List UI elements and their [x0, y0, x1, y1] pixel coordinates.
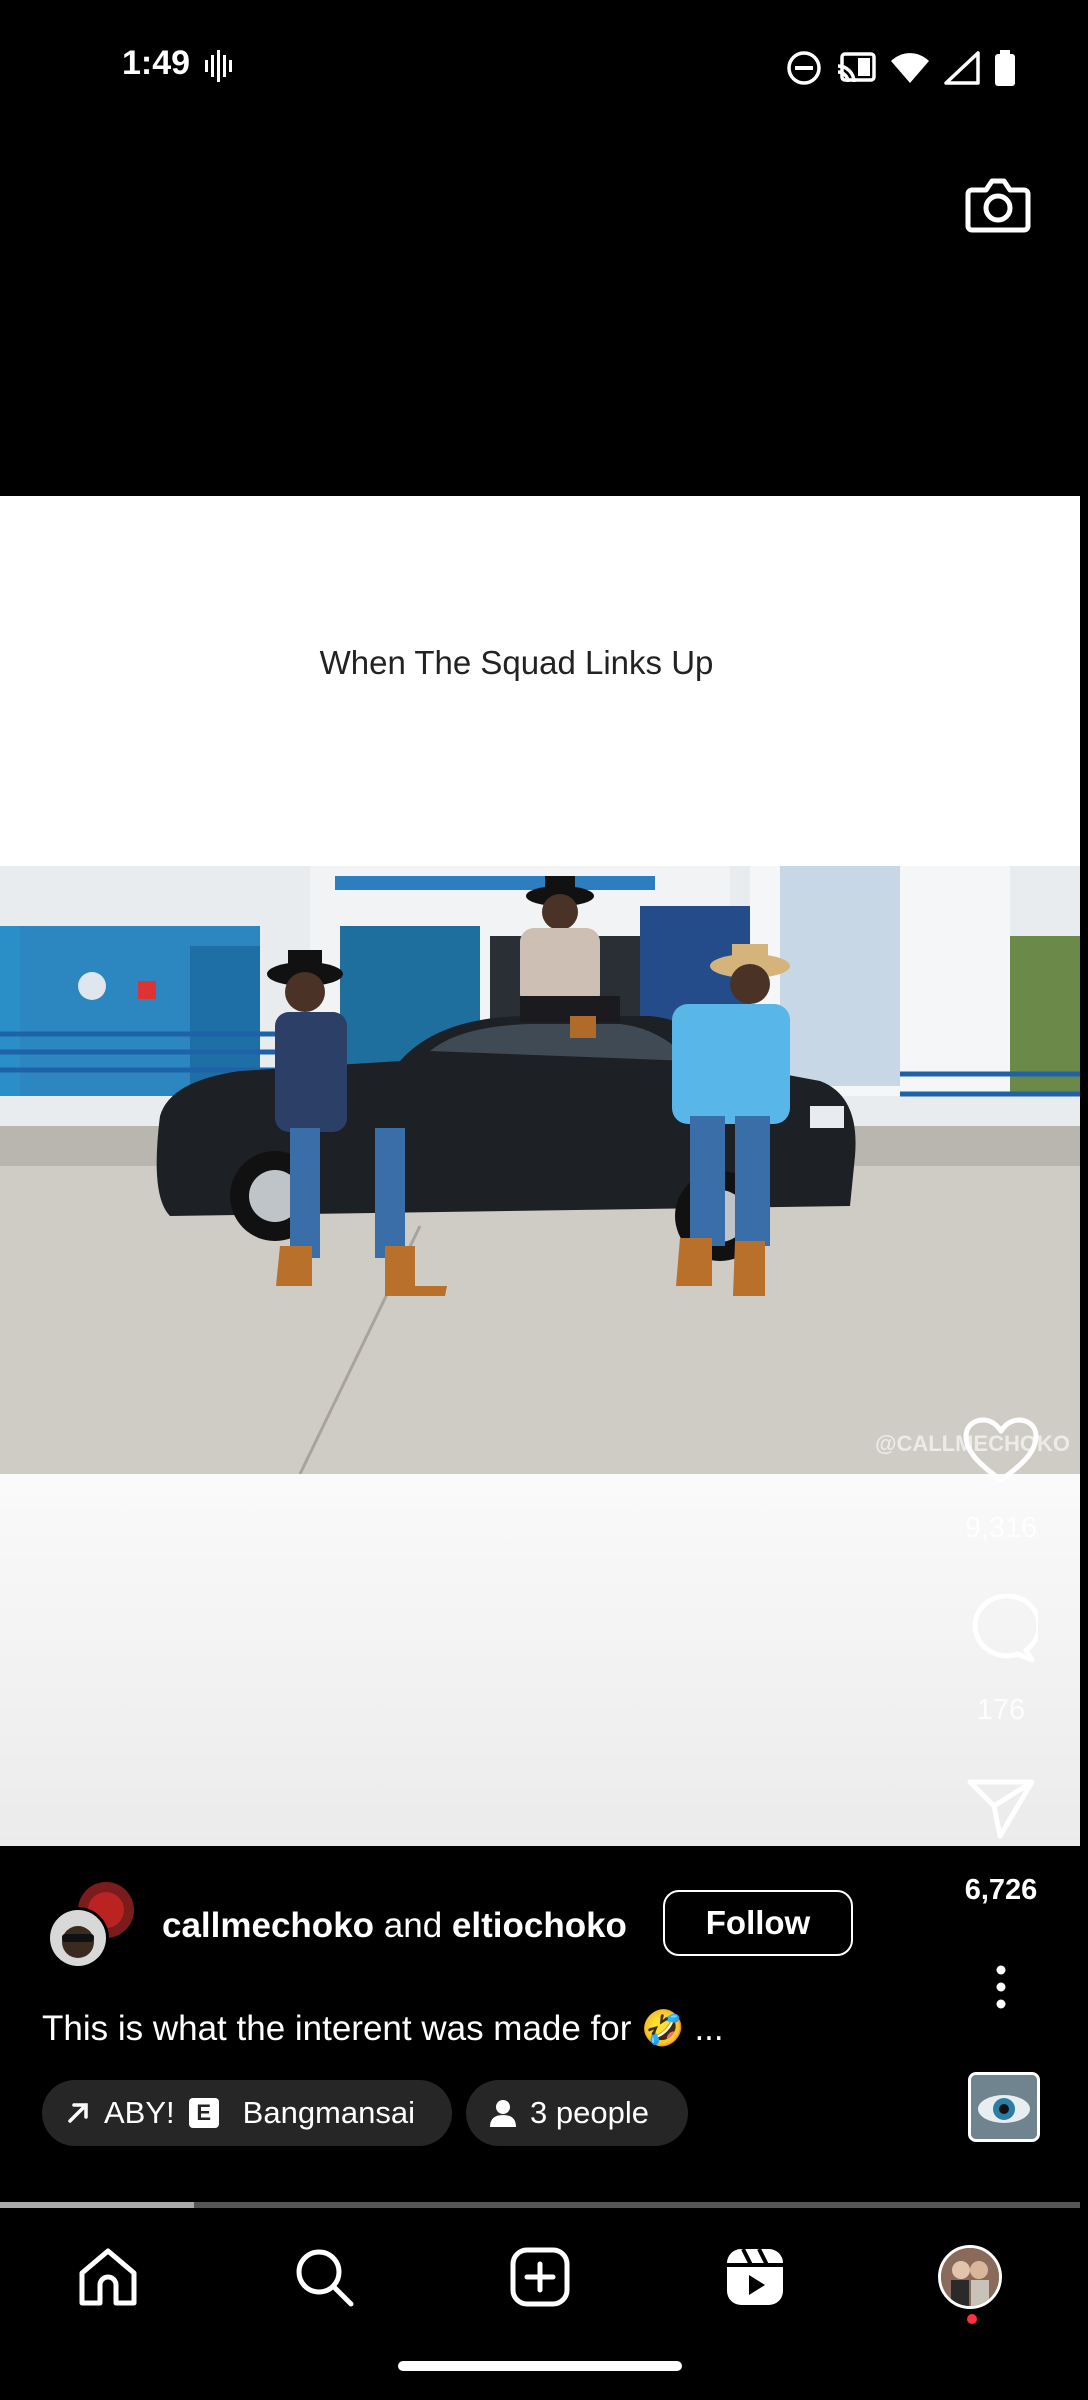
- video-bottom-area: [0, 1474, 1080, 1846]
- follow-button[interactable]: Follow: [663, 1890, 853, 1956]
- vibrate-icon: [205, 50, 232, 82]
- dnd-icon: [787, 51, 821, 85]
- heart-icon[interactable]: [962, 1416, 1040, 1486]
- home-indicator[interactable]: [398, 2361, 682, 2371]
- author-names[interactable]: callmechoko and eltiochoko: [162, 1906, 627, 1946]
- battery-icon: [995, 50, 1015, 86]
- home-icon: [79, 2248, 137, 2306]
- status-icons: [786, 48, 1016, 88]
- video-progress-fill: [0, 2202, 195, 2208]
- status-time: 1:49: [122, 44, 191, 82]
- author-primary[interactable]: callmechoko: [162, 1906, 374, 1945]
- profile-avatar: [938, 2245, 1002, 2309]
- music-track: ABY!: [104, 2095, 175, 2130]
- author-avatars[interactable]: [44, 1880, 140, 1970]
- search-icon: [296, 2249, 354, 2307]
- like-count: 9,316: [964, 1512, 1038, 1544]
- music-artist: Bangmansai: [242, 2095, 415, 2130]
- reels-icon: [727, 2248, 783, 2305]
- comment-count: 176: [976, 1694, 1026, 1726]
- nav-home[interactable]: [73, 2242, 143, 2312]
- camera-icon[interactable]: [962, 168, 1034, 240]
- author-joiner: and: [383, 1906, 443, 1945]
- comment-icon[interactable]: [964, 1594, 1038, 1664]
- tagged-people-pill[interactable]: 3 people: [466, 2080, 688, 2146]
- video-frame: @CALLMECHOKO: [0, 866, 1080, 1474]
- nav-reels[interactable]: [720, 2242, 790, 2312]
- music-pill[interactable]: ABY! E Bangmansai: [42, 2080, 452, 2146]
- people-label: 3 people: [530, 2095, 649, 2130]
- notification-dot: [967, 2314, 977, 2324]
- nav-profile[interactable]: [935, 2242, 1005, 2312]
- create-icon: [510, 2247, 570, 2307]
- explicit-badge: E: [188, 2098, 219, 2128]
- more-options-icon[interactable]: [990, 1964, 1012, 2010]
- arrow-up-right-icon: [68, 2103, 88, 2123]
- video-progress-track[interactable]: [0, 2202, 1080, 2208]
- video-caption: When The Squad Links Up: [319, 644, 714, 681]
- cast-icon: [837, 52, 876, 83]
- nav-create[interactable]: [505, 2242, 575, 2312]
- author-secondary[interactable]: eltiochoko: [452, 1906, 627, 1945]
- profile-photo: [941, 2248, 999, 2306]
- reel-video[interactable]: When The Squad Links Up @CALLMECHOKO: [0, 496, 1080, 1846]
- signal-icon: [944, 51, 980, 85]
- person-icon: [490, 2100, 516, 2127]
- bottom-nav: [0, 2212, 1088, 2332]
- send-icon[interactable]: [966, 1778, 1036, 1840]
- wifi-icon: [891, 53, 929, 83]
- audio-thumbnail[interactable]: [968, 2072, 1040, 2142]
- share-count: 6,726: [964, 1874, 1038, 1906]
- post-caption[interactable]: This is what the interent was made for 🤣…: [42, 2008, 724, 2049]
- nav-search[interactable]: [289, 2242, 359, 2312]
- eye-icon: [971, 2075, 1037, 2139]
